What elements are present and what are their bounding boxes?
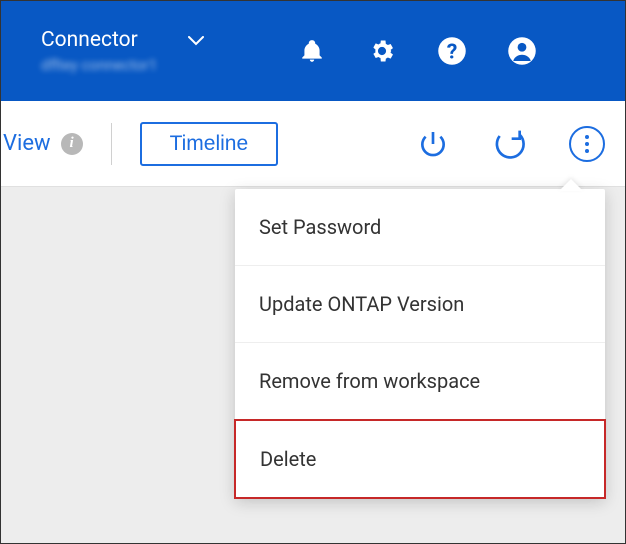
timeline-button[interactable]: Timeline (140, 122, 279, 166)
more-actions-button[interactable] (569, 126, 605, 162)
chevron-down-icon (188, 28, 204, 52)
more-actions-menu: Set Password Update ONTAP Version Remove… (235, 189, 605, 498)
svg-text:?: ? (447, 40, 458, 65)
connector-label: Connector (41, 28, 138, 52)
vertical-dots-icon (585, 135, 589, 153)
menu-item-remove-workspace[interactable]: Remove from workspace (235, 343, 605, 420)
gear-icon[interactable] (367, 36, 397, 66)
connector-selector[interactable]: Connector dfltey connector1 (41, 28, 231, 74)
menu-item-update-ontap[interactable]: Update ONTAP Version (235, 266, 605, 343)
menu-item-delete[interactable]: Delete (234, 419, 606, 499)
info-icon[interactable]: i (61, 133, 83, 155)
header-bar: Connector dfltey connector1 ? (1, 1, 625, 101)
notifications-icon[interactable] (297, 36, 327, 66)
refresh-icon[interactable] (493, 128, 525, 160)
menu-item-set-password[interactable]: Set Password (235, 189, 605, 266)
divider (111, 123, 112, 165)
power-icon[interactable] (417, 128, 449, 160)
help-icon[interactable]: ? (437, 36, 467, 66)
view-label: View (3, 131, 51, 156)
toolbar: View i Timeline (1, 101, 625, 187)
connector-subtext: dfltey connector1 (41, 56, 231, 74)
account-icon[interactable] (507, 36, 537, 66)
